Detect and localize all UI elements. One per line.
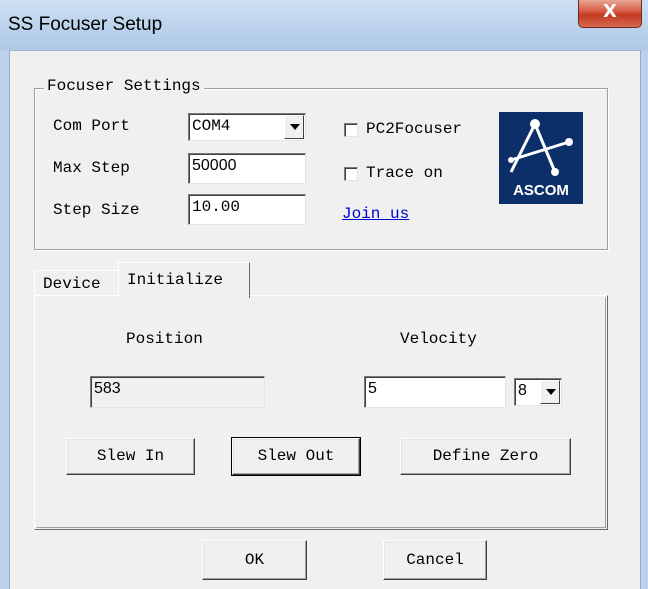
- ascom-logo: ASCOM: [499, 112, 583, 204]
- com-port-select[interactable]: COM4: [188, 113, 306, 141]
- slew-in-button[interactable]: Slew In: [66, 438, 195, 475]
- position-label: Position: [126, 330, 203, 348]
- tab-panel-inner: [36, 297, 606, 528]
- ok-label: OK: [244, 551, 265, 569]
- position-field: 583: [90, 376, 265, 408]
- pc2focuser-checkbox[interactable]: [344, 123, 358, 137]
- step-size-label: Step Size: [53, 201, 140, 219]
- velocity-select-value: 8: [518, 382, 527, 399]
- ok-button[interactable]: OK: [202, 540, 307, 580]
- window-frame-right: [640, 50, 648, 589]
- max-step-label: Max Step: [53, 159, 130, 177]
- chevron-down-icon[interactable]: [284, 115, 304, 139]
- max-step-value: 50000: [192, 157, 237, 174]
- title-bar[interactable]: SS Focuser Setup X: [0, 0, 648, 51]
- define-zero-label: Define Zero: [432, 447, 539, 465]
- focuser-settings-title: Focuser Settings: [44, 77, 204, 95]
- position-value: 583: [94, 380, 121, 397]
- trace-checkbox[interactable]: [344, 167, 358, 181]
- define-zero-button[interactable]: Define Zero: [400, 438, 571, 475]
- slew-out-label: Slew Out: [257, 447, 335, 465]
- dialog-window: SS Focuser Setup X Focuser Settings Com …: [0, 0, 648, 589]
- pc2focuser-label[interactable]: PC2Focuser: [366, 120, 462, 138]
- tab-initialize-label: Initialize: [127, 271, 224, 289]
- close-icon: X: [603, 1, 617, 22]
- slew-in-label: Slew In: [96, 447, 165, 465]
- tab-device[interactable]: Device: [34, 270, 118, 296]
- com-port-value: COM4: [192, 117, 231, 135]
- ascom-star-icon: [508, 119, 573, 176]
- tab-device-label: Device: [43, 275, 101, 293]
- velocity-value: 5: [368, 380, 377, 397]
- com-port-label: Com Port: [53, 117, 130, 135]
- window-title: SS Focuser Setup: [8, 14, 163, 35]
- cancel-label: Cancel: [406, 551, 464, 569]
- trace-label[interactable]: Trace on: [366, 164, 443, 182]
- slew-out-button[interactable]: Slew Out: [231, 437, 361, 476]
- ascom-logo-text: ASCOM: [513, 182, 569, 199]
- step-size-value: 10.00: [192, 198, 241, 216]
- velocity-label: Velocity: [400, 330, 477, 348]
- step-size-input[interactable]: 10.00: [188, 194, 306, 225]
- tab-initialize[interactable]: Initialize: [118, 262, 250, 298]
- max-step-input[interactable]: 50000: [188, 153, 306, 184]
- velocity-input[interactable]: 5: [364, 376, 506, 408]
- cancel-button[interactable]: Cancel: [383, 540, 487, 580]
- join-us-link[interactable]: Join us: [342, 205, 409, 223]
- window-frame-left: [0, 50, 10, 589]
- velocity-select[interactable]: 8: [514, 378, 562, 406]
- close-button[interactable]: X: [578, 0, 642, 28]
- chevron-down-icon[interactable]: [540, 380, 560, 404]
